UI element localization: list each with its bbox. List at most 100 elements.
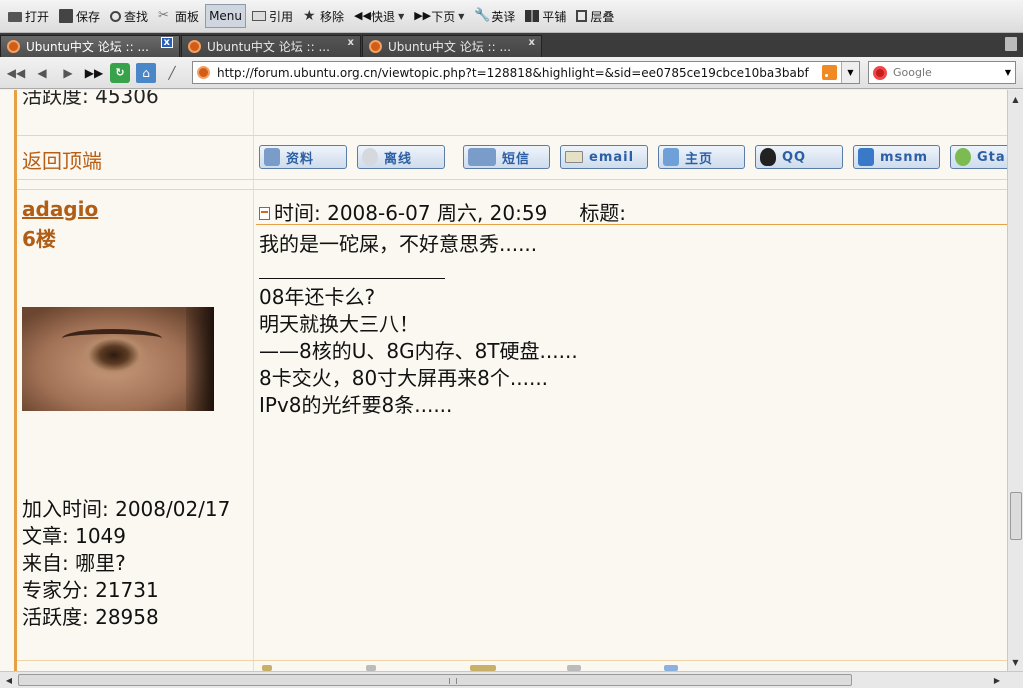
activity-score: 活跃度: 28958 [22,605,159,629]
contact-buttons: 资料 离线 短信 email 主页 QQ msnm Gta [259,145,1007,169]
join-date: 加入时间: 2008/02/17 [22,497,231,521]
horizontal-scroll-thumb[interactable] [18,674,852,686]
home-icon[interactable]: ⌂ [136,62,156,83]
previous-post-activity: 活跃度: 45306 [22,90,159,108]
gtalk-button[interactable]: Gta [950,145,1007,169]
forward-icon[interactable]: ▶ [58,63,78,83]
qq-penguin-icon [760,148,776,166]
post-body: 我的是一砣屎，不好意思秀...... [259,232,538,256]
pm-button[interactable]: 短信 [463,145,550,169]
offline-button[interactable]: 离线 [357,145,445,169]
tab-title: Ubuntu中文 论坛 :: ... [26,40,149,54]
post-header-divider [256,224,1007,225]
fast-forward-icon: ▶▶ [414,9,432,22]
floor-number: 6楼 [22,227,56,251]
scroll-down-icon[interactable]: ▼ [1008,655,1023,669]
google-search-icon[interactable] [873,65,887,80]
offline-bulb-icon [362,148,378,166]
gtalk-label: Gta [977,149,1006,165]
tab-title: Ubuntu中文 论坛 :: ... [207,40,330,54]
next-page-button[interactable]: ▶▶ 下页 ▼ [410,4,468,28]
scroll-right-icon[interactable]: ▶ [990,672,1004,688]
row-divider [17,135,1007,136]
search-input[interactable] [893,66,993,79]
remove-label: 移除 [320,9,345,24]
menu-label: Menu [209,9,243,23]
close-icon[interactable]: x [529,37,535,48]
signature-line: ——8核的U、8G内存、8T硬盘...... [259,339,578,363]
close-icon[interactable]: x [348,37,354,48]
menu-button[interactable]: Menu [205,4,247,28]
msn-icon [858,148,874,166]
homepage-icon [663,148,679,166]
fast-forward-icon[interactable]: ▶▶ [84,63,104,83]
signature-line: 明天就换大三八！ [259,312,419,336]
pen-icon[interactable]: ╱ [162,63,182,83]
chevron-down-icon[interactable]: ▼ [841,62,859,83]
tab-forum-2[interactable]: Ubuntu中文 论坛 :: ... x [181,35,361,57]
msn-button[interactable]: msnm [853,145,940,169]
address-bar[interactable]: http://forum.ubuntu.org.cn/viewtopic.php… [192,61,860,84]
chevron-down-icon[interactable]: ▼ [458,12,464,21]
author-name-link[interactable]: adagio [22,197,98,221]
signature-line: IPv8的光纤要8条...... [259,393,453,417]
tile-icon [525,10,540,22]
floppy-disk-icon [59,9,74,23]
remove-button[interactable]: ★ 移除 [299,4,348,28]
tile-button[interactable]: 平铺 [521,4,570,28]
scroll-left-icon[interactable]: ◀ [2,672,16,688]
homepage-button[interactable]: 主页 [658,145,745,169]
qq-button[interactable]: QQ [755,145,843,169]
post-icon[interactable] [259,207,270,220]
scroll-up-icon[interactable]: ▲ [1008,92,1023,106]
back-icon[interactable]: ◀ [32,63,52,83]
translate-button[interactable]: 🔧 英译 [470,4,519,28]
chevron-down-icon[interactable]: ▼ [398,12,404,21]
open-button[interactable]: 打开 [4,4,53,28]
vertical-scroll-thumb[interactable] [1010,492,1022,540]
find-button[interactable]: 查找 [106,4,152,28]
fast-back-button[interactable]: ◀◀ 快退 ▼ [350,4,408,28]
post-subject-label: 标题: [579,201,627,225]
page-content: 活跃度: 45306 返回顶端 资料 离线 短信 email 主页 QQ msn… [0,90,1007,671]
rewind-icon[interactable]: ◀◀ [6,63,26,83]
panel-button[interactable]: ✂ 面板 [154,4,203,28]
email-button[interactable]: email [560,145,648,169]
close-icon[interactable]: x [160,37,173,48]
tab-bar: Ubuntu中文 论坛 :: ... x Ubuntu中文 论坛 :: ... … [0,33,1023,57]
horizontal-scrollbar[interactable]: ◀ ▶ [0,671,1023,688]
tile-label: 平铺 [542,9,567,24]
signature-divider [259,278,445,279]
row-divider [17,179,1007,180]
signature-line: 08年还卡么? [259,285,376,309]
post-header: 时间: 2008-6-07 周六, 20:59 标题: [259,197,626,226]
location: 来自: 哪里? [22,551,126,575]
email-label: email [589,149,635,165]
trash-icon[interactable] [1005,37,1017,51]
back-to-top-link[interactable]: 返回顶端 [22,145,102,174]
cascade-label: 层叠 [590,9,615,24]
homepage-label: 主页 [685,151,714,167]
rss-feed-icon[interactable] [822,65,837,80]
tab-forum-1[interactable]: Ubuntu中文 论坛 :: ... x [0,35,180,57]
pm-icon [468,148,496,166]
column-divider [253,90,254,671]
left-border [14,90,17,671]
open-label: 打开 [25,9,50,24]
chevron-down-icon[interactable]: ▼ [1001,62,1015,83]
next-page-label: 下页 [431,9,456,24]
translate-label: 英译 [491,9,516,24]
cascade-button[interactable]: 层叠 [572,4,618,28]
profile-icon [264,148,280,166]
url-text[interactable]: http://forum.ubuntu.org.cn/viewtopic.php… [217,66,821,80]
search-box[interactable]: ▼ [868,61,1016,84]
vertical-scrollbar[interactable]: ▲ ▼ [1007,90,1023,671]
ubuntu-favicon-icon [369,40,382,53]
reload-icon[interactable]: ↻ [110,62,130,83]
navigation-bar: ◀◀ ◀ ▶ ▶▶ ↻ ⌂ ╱ http://forum.ubuntu.org.… [0,57,1023,89]
profile-button[interactable]: 资料 [259,145,347,169]
save-button[interactable]: 保存 [55,4,104,28]
tab-forum-3[interactable]: Ubuntu中文 论坛 :: ... x [362,35,542,57]
expert-score: 专家分: 21731 [22,578,159,602]
quote-button[interactable]: 引用 [248,4,297,28]
